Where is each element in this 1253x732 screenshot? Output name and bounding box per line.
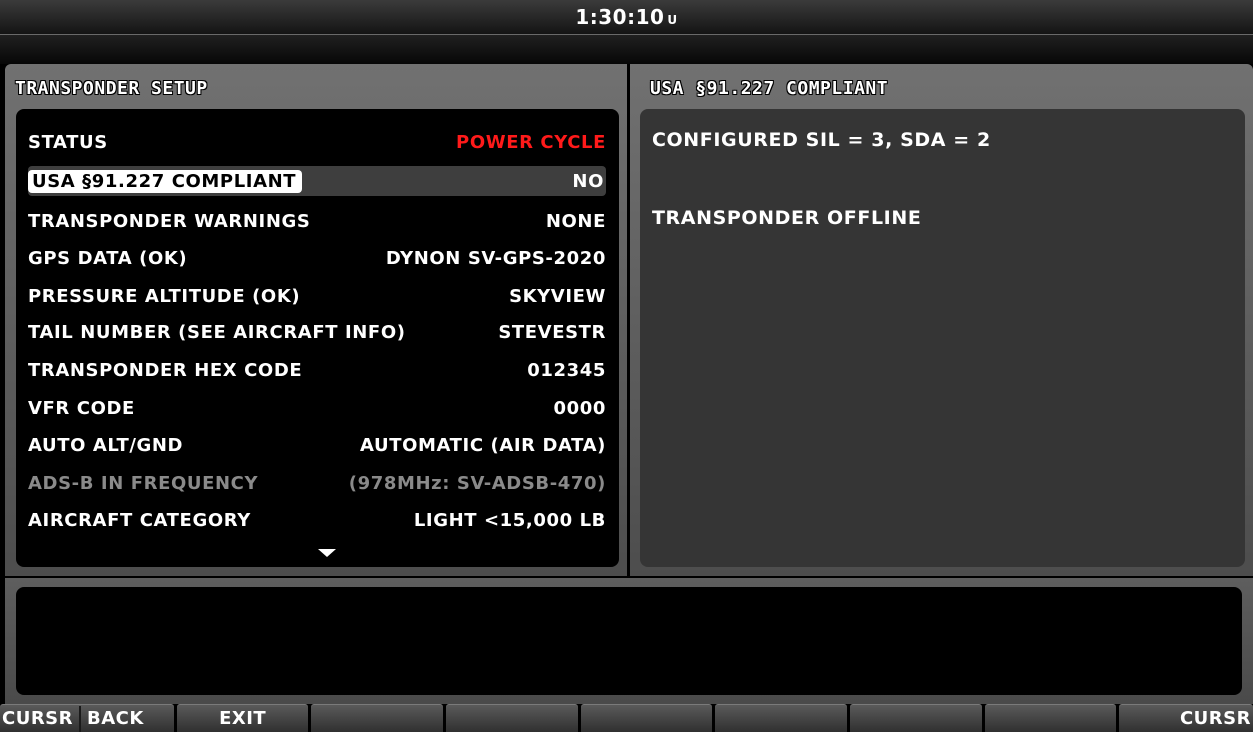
cursor-right-label: CURSR: [1179, 708, 1251, 729]
setting-value: DYNON SV-GPS-2020: [385, 247, 606, 269]
top-status-bar: 1:30:10 U: [0, 0, 1253, 35]
setting-value: AUTOMATIC (AIR DATA): [360, 434, 606, 456]
compliance-info-panel: USA §91.227 COMPLIANT CONFIGURED SIL = 3…: [630, 64, 1253, 576]
setting-value: (978MHz: SV-ADSB-470): [348, 472, 606, 494]
softkey-blank-3[interactable]: [311, 704, 444, 732]
clock-utc-suffix: U: [667, 13, 678, 27]
setting-value: 012345: [527, 359, 606, 381]
softkey-blank-8[interactable]: [984, 704, 1117, 732]
setting-label: ADS-B IN FREQUENCY: [28, 472, 259, 494]
setting-label: GPS DATA (OK): [28, 247, 188, 269]
softkey-bar: CURSR BACK EXIT CURSR: [0, 704, 1253, 732]
clock-time: 1:30:10 U: [575, 5, 678, 29]
info-box: CONFIGURED SIL = 3, SDA = 2 TRANSPONDER …: [640, 109, 1245, 567]
setting-value: LIGHT <15,000 LB: [413, 509, 606, 531]
setting-row-status[interactable]: STATUS POWER CYCLE: [28, 126, 606, 158]
setting-value: NONE: [545, 210, 606, 232]
secondary-bar: [0, 35, 1253, 64]
panel-title: TRANSPONDER SETUP: [15, 78, 208, 99]
softkey-blank-6[interactable]: [715, 704, 848, 732]
scroll-down-arrow-icon[interactable]: [318, 549, 336, 557]
softkey-1: CURSR BACK: [0, 704, 174, 732]
message-area: [5, 578, 1253, 704]
cursor-right-button[interactable]: CURSR: [1119, 704, 1253, 732]
setting-row-hex-code[interactable]: TRANSPONDER HEX CODE 012345: [28, 354, 606, 386]
message-box: [16, 587, 1242, 695]
settings-list: STATUS POWER CYCLE USA §91.227 COMPLIANT…: [16, 109, 619, 567]
back-button[interactable]: BACK: [87, 708, 144, 729]
setting-label: AUTO ALT/GND: [28, 434, 184, 456]
setting-label: USA §91.227 COMPLIANT: [28, 169, 303, 193]
softkey-blank-5[interactable]: [580, 704, 713, 732]
setting-row-tail-number[interactable]: TAIL NUMBER (SEE AIRCRAFT INFO) STEVESTR: [28, 316, 606, 348]
panel-title: USA §91.227 COMPLIANT: [650, 78, 889, 99]
setting-value: POWER CYCLE: [456, 131, 606, 153]
setting-label: AIRCRAFT CATEGORY: [28, 509, 251, 531]
setting-row-compliant[interactable]: USA §91.227 COMPLIANT NO: [28, 166, 606, 196]
info-line-transponder-status: TRANSPONDER OFFLINE: [652, 207, 922, 229]
setting-row-pressure-altitude[interactable]: PRESSURE ALTITUDE (OK) SKYVIEW: [28, 280, 606, 312]
softkey-blank-4[interactable]: [446, 704, 578, 732]
setting-row-gps[interactable]: GPS DATA (OK) DYNON SV-GPS-2020: [28, 242, 606, 274]
exit-button[interactable]: EXIT: [176, 704, 309, 732]
setting-label: TAIL NUMBER (SEE AIRCRAFT INFO): [28, 321, 406, 343]
setting-value: 0000: [553, 397, 606, 419]
setting-label: VFR CODE: [28, 397, 135, 419]
setting-label: TRANSPONDER WARNINGS: [28, 210, 311, 232]
setting-row-warnings[interactable]: TRANSPONDER WARNINGS NONE: [28, 205, 606, 237]
setting-row-aircraft-category[interactable]: AIRCRAFT CATEGORY LIGHT <15,000 LB: [28, 504, 606, 536]
info-line-sil-sda: CONFIGURED SIL = 3, SDA = 2: [652, 129, 991, 151]
setting-value: STEVESTR: [498, 321, 606, 343]
softkey-divider: [79, 705, 82, 732]
setting-label: TRANSPONDER HEX CODE: [28, 359, 303, 381]
setting-row-auto-alt-gnd[interactable]: AUTO ALT/GND AUTOMATIC (AIR DATA): [28, 429, 606, 461]
setting-row-vfr-code[interactable]: VFR CODE 0000: [28, 392, 606, 424]
setting-value: SKYVIEW: [509, 285, 606, 307]
setting-row-adsb-frequency: ADS-B IN FREQUENCY (978MHz: SV-ADSB-470): [28, 467, 606, 499]
setting-label: STATUS: [28, 131, 108, 153]
softkey-blank-7[interactable]: [850, 704, 982, 732]
setting-label: PRESSURE ALTITUDE (OK): [28, 285, 301, 307]
setting-value: NO: [572, 170, 604, 192]
cursor-left-button[interactable]: CURSR: [0, 708, 73, 729]
transponder-setup-panel: TRANSPONDER SETUP STATUS POWER CYCLE USA…: [5, 64, 627, 576]
